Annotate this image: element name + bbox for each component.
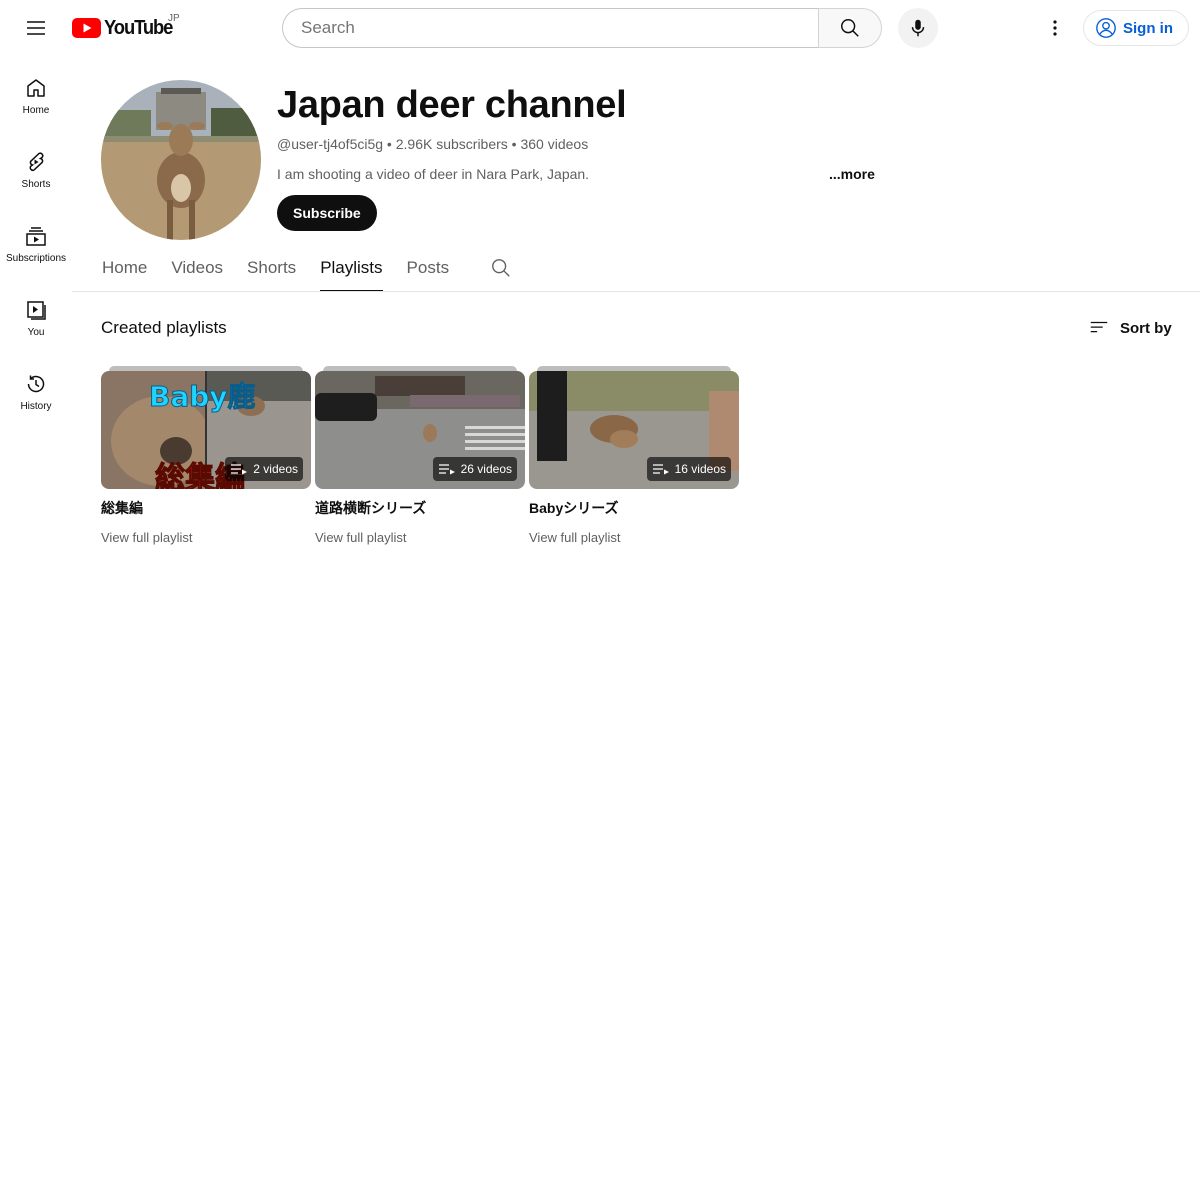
sign-in-button[interactable]: Sign in (1083, 10, 1189, 46)
more-vert-icon (1053, 20, 1057, 36)
microphone-icon (911, 19, 925, 37)
description-more-link[interactable]: ...more (829, 166, 875, 182)
search-button[interactable] (818, 8, 882, 48)
thumbnail-overlay-text-top: Baby鹿 (149, 380, 257, 414)
guide-item-label: Shorts (21, 179, 51, 190)
guide-item-label: Home (22, 105, 50, 116)
section-title: Created playlists (101, 318, 227, 337)
subscriptions-icon (26, 227, 46, 246)
meta-separator: • (383, 136, 396, 152)
video-count-label: 2 videos (253, 462, 298, 476)
search-input[interactable] (299, 17, 818, 39)
guide-item-you[interactable]: You (0, 278, 72, 352)
sort-by-button[interactable]: Sort by (1088, 317, 1172, 339)
playlist-thumbnail-stack[interactable]: Baby鹿 総集編 2 videos (101, 366, 311, 489)
you-icon (27, 301, 46, 320)
tab-shorts[interactable]: Shorts (247, 250, 296, 290)
guide-item-label: Subscriptions (5, 253, 67, 264)
view-full-playlist-link[interactable]: View full playlist (315, 530, 525, 545)
search-icon (492, 259, 510, 277)
playlist-icon (438, 464, 455, 475)
youtube-wordmark: YouTube (104, 16, 173, 39)
channel-description[interactable]: I am shooting a video of deer in Nara Pa… (277, 166, 589, 182)
playlist-thumbnail[interactable]: Baby鹿 総集編 2 videos (101, 371, 311, 489)
home-icon (27, 79, 45, 97)
meta-separator: • (507, 136, 521, 152)
video-count: 360 videos (520, 136, 589, 152)
view-full-playlist-link[interactable]: View full playlist (101, 530, 311, 545)
masthead: YouTube JP Sign in (0, 0, 1200, 56)
sort-by-label: Sort by (1120, 319, 1172, 337)
view-full-playlist-link[interactable]: View full playlist (529, 530, 739, 545)
subscriber-count: 2.96K subscribers (395, 136, 508, 152)
deer-avatar-image (101, 80, 261, 240)
channel-avatar (101, 80, 261, 240)
search-box[interactable] (282, 8, 818, 48)
guide-item-home[interactable]: Home (0, 56, 72, 130)
tab-videos[interactable]: Videos (171, 250, 223, 290)
playlist-card[interactable]: 16 videos Babyシリーズ View full playlist (529, 366, 739, 545)
guide-item-subscriptions[interactable]: Subscriptions (0, 204, 72, 278)
video-count-label: 26 videos (460, 462, 512, 476)
playlist-thumbnail-stack[interactable]: 26 videos (315, 366, 525, 489)
search-bar (282, 8, 882, 48)
youtube-play-logo-icon (72, 18, 101, 38)
tab-posts[interactable]: Posts (407, 250, 450, 290)
playlist-title[interactable]: 総集編 (101, 498, 311, 518)
shorts-icon (29, 152, 44, 172)
playlist-card[interactable]: 26 videos 道路横断シリーズ View full playlist (315, 366, 525, 545)
tab-home[interactable]: Home (102, 250, 147, 290)
playlist-thumbnail[interactable]: 16 videos (529, 371, 739, 489)
playlist-title[interactable]: 道路横断シリーズ (315, 498, 525, 518)
account-circle-icon (1096, 18, 1116, 38)
youtube-logo[interactable]: YouTube JP (72, 13, 180, 40)
hamburger-menu-icon (27, 21, 45, 35)
subscribe-button[interactable]: Subscribe (277, 195, 377, 231)
guide-menu-button[interactable] (16, 8, 56, 48)
playlist-title[interactable]: Babyシリーズ (529, 498, 739, 518)
video-count-badge: 26 videos (432, 457, 517, 481)
settings-menu-button[interactable] (1035, 8, 1075, 48)
channel-search-button[interactable] (490, 257, 512, 279)
tabs-divider (72, 291, 1200, 292)
video-count-label: 16 videos (674, 462, 726, 476)
channel-handle: @user-tj4of5ci5g (277, 136, 384, 152)
guide-item-history[interactable]: History (0, 352, 72, 426)
country-code: JP (168, 13, 180, 24)
playlist-card[interactable]: Baby鹿 総集編 2 videos 総集編 View full playlis… (101, 366, 311, 545)
playlist-thumbnail-stack[interactable]: 16 videos (529, 366, 739, 489)
mini-guide: Home Shorts Subscriptions You History (0, 56, 72, 426)
video-count-badge: 16 videos (646, 457, 731, 481)
channel-title: Japan deer channel (277, 84, 627, 126)
sign-in-label: Sign in (1123, 19, 1173, 37)
channel-metadata: @user-tj4of5ci5g • 2.96K subscribers • 3… (277, 136, 588, 152)
playlist-icon (652, 464, 669, 475)
video-count-badge: 2 videos (225, 457, 303, 481)
voice-search-button[interactable] (898, 8, 938, 48)
search-icon (841, 19, 859, 37)
history-icon (27, 375, 45, 393)
sort-icon (1090, 321, 1108, 333)
tab-playlists[interactable]: Playlists (320, 250, 383, 292)
playlist-icon (231, 464, 248, 475)
channel-tabs: Home Videos Shorts Playlists Posts (102, 250, 473, 292)
guide-item-shorts[interactable]: Shorts (0, 130, 72, 204)
guide-item-label: You (27, 327, 45, 338)
guide-item-label: History (20, 401, 52, 412)
playlist-thumbnail[interactable]: 26 videos (315, 371, 525, 489)
